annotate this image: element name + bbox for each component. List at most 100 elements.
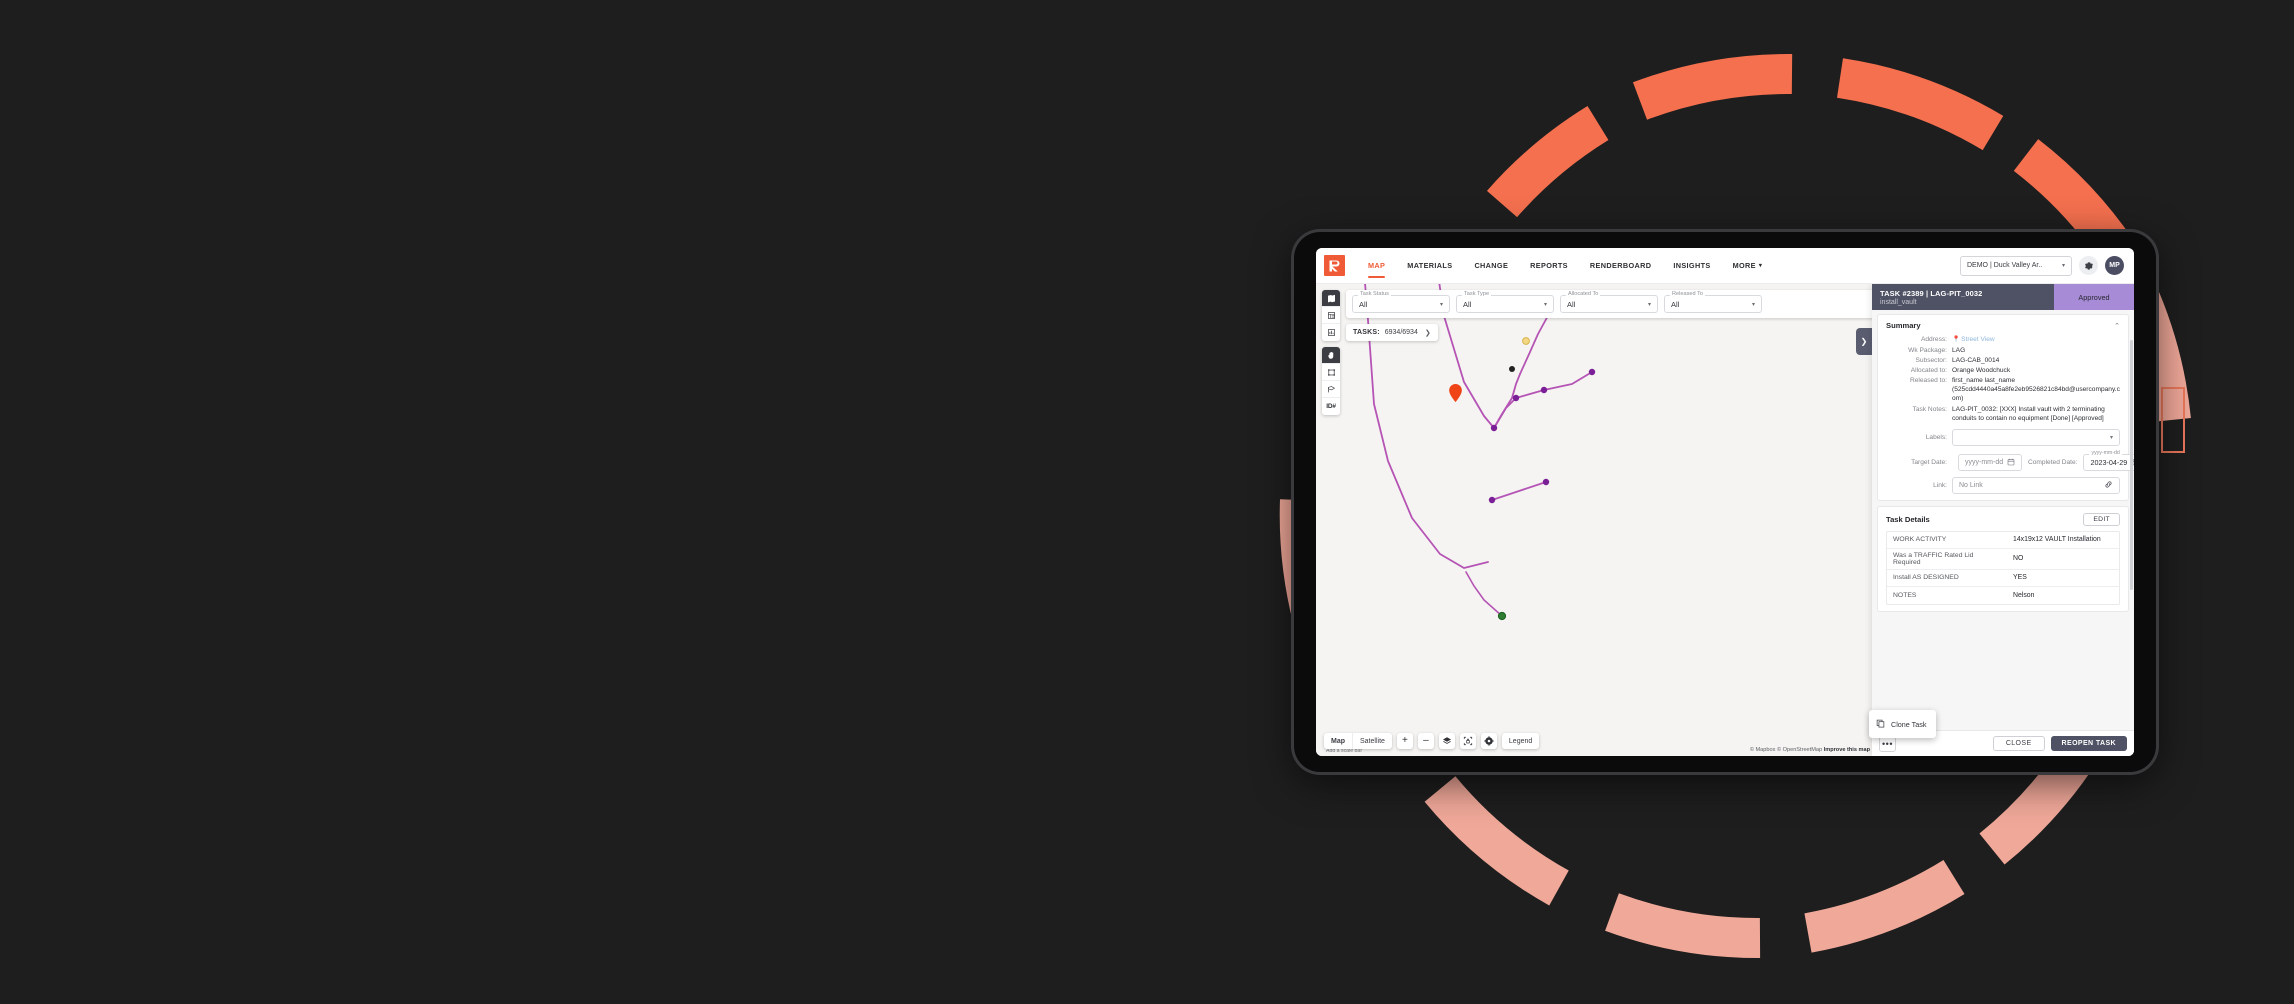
row-key: Subsector: [1915, 357, 1947, 365]
project-selector[interactable]: DEMO | Duck Valley Ar.. ▾ [1960, 255, 2072, 276]
filter-value: All [1567, 299, 1576, 309]
filter-label: Task Status [1358, 291, 1391, 297]
link-icon[interactable] [2104, 476, 2113, 494]
view-mode-group [1322, 290, 1340, 341]
table-row: NOTES Nelson [1887, 587, 2119, 604]
basemap-satellite-button[interactable]: Satellite [1352, 733, 1392, 749]
map-canvas[interactable]: ID# Task Status All ▾ Task Type All ▾ Al… [1316, 284, 2134, 756]
street-view-link[interactable]: Street View [1961, 336, 1995, 343]
task-panel-body[interactable]: Summary ⌃ Address: 📍Street View Wk Packa… [1872, 310, 2134, 730]
zoom-out-button[interactable]: – [1417, 733, 1434, 749]
filter-task-status[interactable]: Task Status All ▾ [1352, 291, 1450, 313]
legend-button[interactable]: Legend [1501, 733, 1540, 749]
map-layers-icon [1327, 294, 1335, 302]
layers-icon [1442, 737, 1451, 744]
task-details-header: Task Details EDIT [1886, 512, 2120, 526]
nav-label: INSIGHTS [1673, 261, 1711, 270]
table-row: Was a TRAFFIC Rated Lid Required NO [1887, 549, 2119, 570]
row-value: first_name last_name (525cdd4440a45a8fe2… [1952, 377, 2120, 403]
map-layers-icon-button[interactable] [1322, 290, 1340, 307]
clone-task-menu-item[interactable]: Clone Task [1869, 710, 1937, 738]
row-key: Wk Package: [1908, 346, 1947, 354]
dates-row: Target Date: yyyy-mm-dd Completed Date: … [1886, 450, 2134, 471]
layers-toggle-button[interactable] [1438, 733, 1455, 749]
reopen-task-button[interactable]: REOPEN TASK [2050, 736, 2127, 751]
lock-frame-button[interactable] [1459, 733, 1476, 749]
tasks-count-pill[interactable]: TASKS: 6934/6934 ❯ [1346, 324, 1438, 341]
basemap-switcher: Map Satellite [1324, 733, 1392, 749]
map-bottom-controls: Map Satellite + – Legend [1324, 733, 1540, 749]
copy-icon [1876, 715, 1885, 733]
labels-row: Labels: ▾ [1886, 428, 2120, 446]
pan-hand-icon-button[interactable] [1322, 347, 1340, 364]
summary-row-wk-package: Wk Package: LAG [1886, 346, 2120, 355]
project-selector-value: DEMO | Duck Valley Ar.. [1967, 262, 2043, 269]
nav-item-map[interactable]: MAP [1357, 248, 1396, 283]
labels-key: Labels: [1925, 433, 1947, 441]
improve-map-link[interactable]: Improve this map [1824, 747, 1870, 753]
map-settings-button[interactable] [1480, 733, 1497, 749]
nav-label: RENDERBOARD [1589, 261, 1652, 270]
link-input[interactable]: No Link [1952, 476, 2120, 494]
user-avatar[interactable]: MP [2105, 256, 2124, 275]
close-button[interactable]: CLOSE [1992, 736, 2045, 751]
labels-select[interactable]: ▾ [1952, 428, 2120, 446]
completed-date-input[interactable]: yyyy-mm-dd 2023-04-29 [2083, 450, 2134, 471]
rhumbix-logo[interactable] [1324, 255, 1345, 276]
summary-card: Summary ⌃ Address: 📍Street View Wk Packa… [1877, 314, 2134, 501]
lasso-select-icon-button[interactable] [1322, 381, 1340, 398]
panel-scrollbar[interactable] [2129, 340, 2133, 590]
lock-frame-icon [1463, 736, 1473, 746]
task-panel-header-main: TASK #2389 | LAG-PIT_0032 install_vault [1872, 284, 2054, 310]
zoom-in-button[interactable]: + [1396, 733, 1413, 749]
nav-item-materials[interactable]: MATERIALS [1396, 248, 1463, 283]
calendar-icon[interactable] [2007, 453, 2015, 471]
filter-task-type[interactable]: Task Type All ▾ [1456, 291, 1554, 313]
summary-row-subsector: Subsector: LAG-CAB_0014 [1886, 356, 2120, 365]
row-key: Released to: [1909, 377, 1947, 385]
nav-item-insights[interactable]: INSIGHTS [1662, 248, 1721, 283]
completed-date-floating-label: yyyy-mm-dd [2089, 450, 2122, 457]
id-number-label: ID# [1326, 403, 1336, 410]
task-details-table: WORK ACTIVITY 14x19x12 VAULT Installatio… [1886, 530, 2120, 605]
nav-label: MATERIALS [1407, 261, 1453, 270]
detail-key: NOTES [1893, 591, 1917, 599]
chevron-up-icon[interactable]: ⌃ [2114, 322, 2120, 330]
table-row: WORK ACTIVITY 14x19x12 VAULT Installatio… [1887, 532, 2119, 549]
detail-value: Nelson [2013, 591, 2035, 599]
nav-item-more[interactable]: MORE ▾ [1722, 248, 1774, 283]
summary-row-address: Address: 📍Street View [1886, 335, 2120, 345]
nav-item-reports[interactable]: REPORTS [1519, 248, 1579, 283]
nav-label: CHANGE [1474, 261, 1509, 270]
filter-allocated-to[interactable]: Allocated To All ▾ [1560, 291, 1658, 313]
completed-date-key: Completed Date: [2028, 458, 2078, 466]
nav-item-renderboard[interactable]: RENDERBOARD [1579, 248, 1662, 283]
detail-value: YES [2013, 574, 2027, 582]
edit-button[interactable]: EDIT [2083, 512, 2120, 526]
map-attribution: © Mapbox © OpenStreetMap Improve this ma… [1750, 747, 1870, 753]
nav-right-cluster: DEMO | Duck Valley Ar.. ▾ MP [1960, 255, 2128, 276]
map-tool-rail: ID# [1322, 290, 1340, 421]
filter-released-to[interactable]: Released To All ▾ [1664, 291, 1762, 313]
detail-key: Was a TRAFFIC Rated Lid Required [1893, 551, 1974, 566]
chevron-right-icon: ❯ [1860, 337, 1868, 346]
target-date-placeholder: yyyy-mm-dd [1965, 458, 2004, 466]
nav-item-change[interactable]: CHANGE [1463, 248, 1519, 283]
table-view-icon-button[interactable] [1322, 307, 1340, 324]
calendar-icon[interactable] [2132, 453, 2134, 471]
task-subtitle: install_vault [1880, 298, 1917, 306]
detail-value: 14x19x12 VAULT Installation [2013, 536, 2101, 544]
basemap-map-button[interactable]: Map [1324, 733, 1352, 749]
chart-view-icon-button[interactable] [1322, 324, 1340, 341]
table-row: Install AS DESIGNED YES [1887, 570, 2119, 587]
row-key: Allocated to: [1910, 367, 1947, 375]
target-date-input[interactable]: yyyy-mm-dd [1958, 453, 2022, 471]
selected-task-map-pin[interactable] [1449, 384, 1462, 402]
panel-collapse-toggle[interactable]: ❯ [1856, 328, 1872, 355]
target-date-key: Target Date: [1911, 458, 1947, 466]
chevron-down-icon: ▾ [1758, 263, 1763, 269]
id-number-tool-button[interactable]: ID# [1322, 398, 1340, 415]
rectangle-select-icon-button[interactable] [1322, 364, 1340, 381]
rectangle-select-icon [1327, 368, 1335, 376]
settings-button[interactable] [2079, 256, 2098, 275]
